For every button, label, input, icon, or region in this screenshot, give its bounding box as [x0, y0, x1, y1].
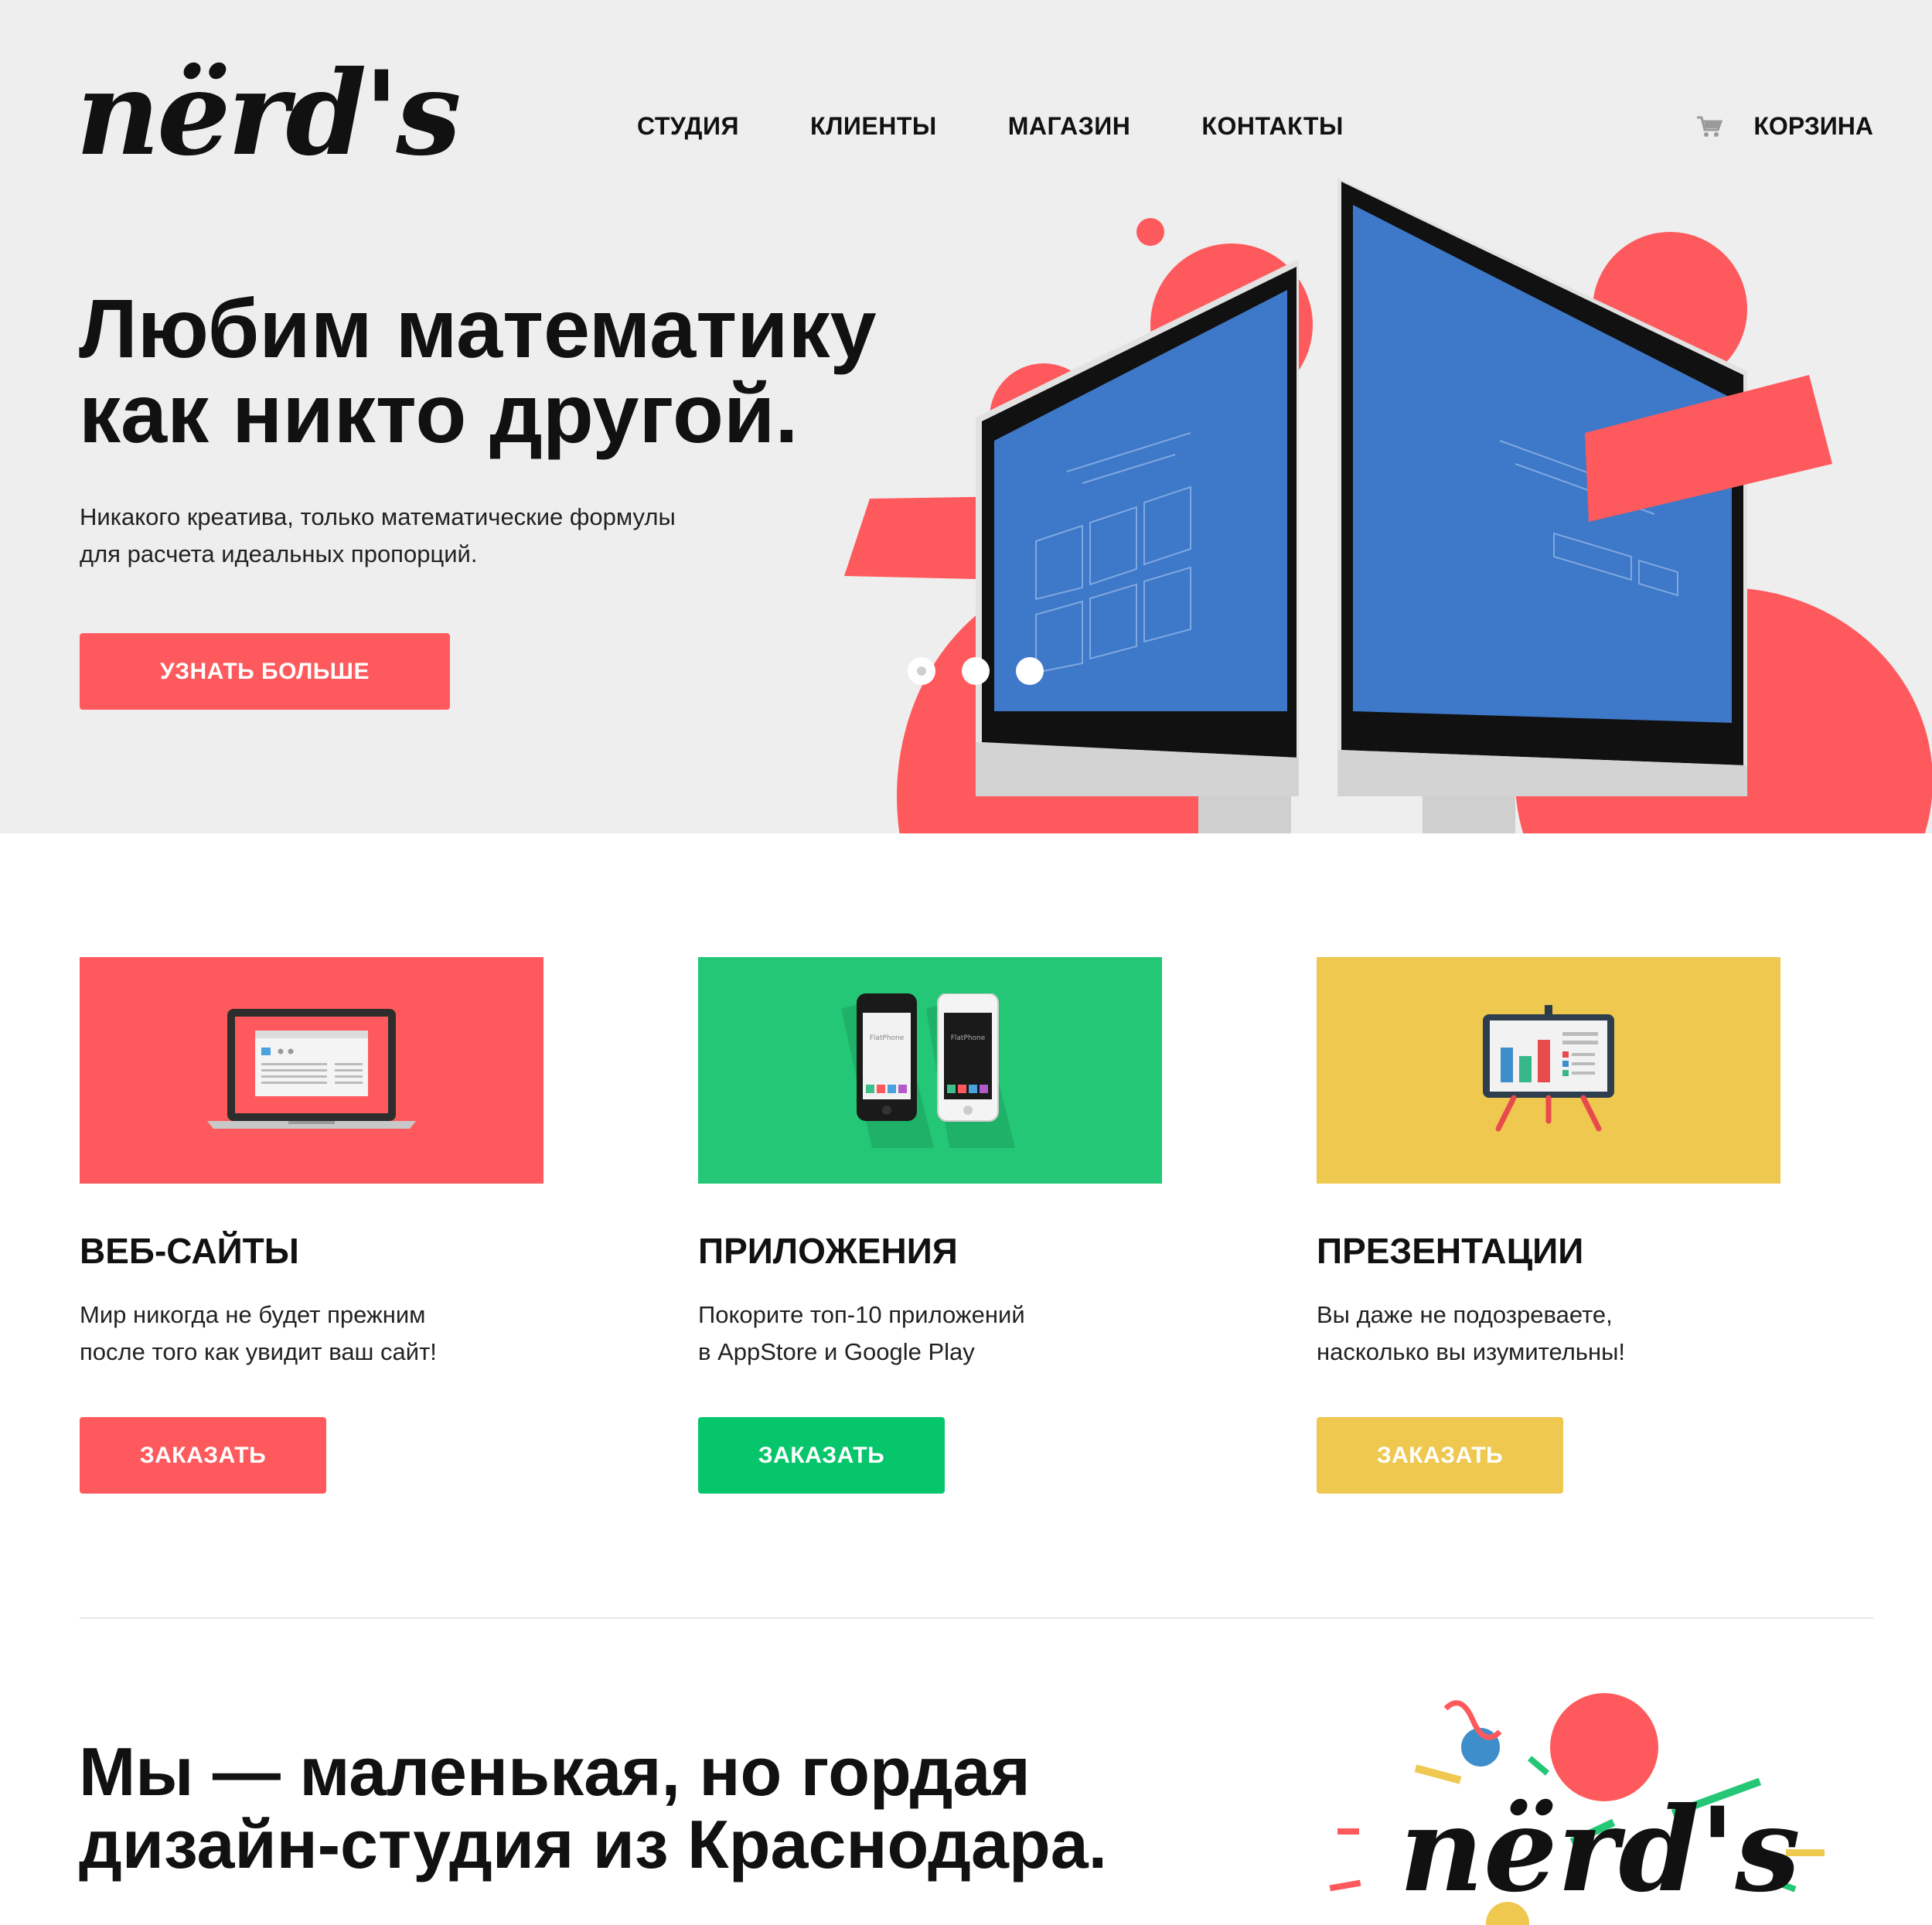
cart-link[interactable]: КОРЗИНА	[1696, 112, 1873, 141]
service-text-websites: Мир никогда не будет прежним после того …	[80, 1301, 437, 1365]
svg-text:FlatPhone: FlatPhone	[951, 1034, 986, 1042]
site-logo[interactable]: nërd's	[76, 56, 462, 172]
hero-section: nërd's СТУДИЯ КЛИЕНТЫ МАГАЗИН КОНТАКТЫ К…	[0, 0, 1932, 833]
nav-item-clients[interactable]: КЛИЕНТЫ	[810, 112, 937, 141]
learn-more-button[interactable]: УЗНАТЬ БОЛЬШЕ	[80, 633, 450, 710]
service-title-websites: ВЕБ-САЙТЫ	[80, 1231, 299, 1271]
slider-dot-2[interactable]	[962, 657, 990, 685]
hero-description-line-2: для расчета идеальных пропорций.	[80, 540, 478, 567]
services-section: ВЕБ-САЙТЫ Мир никогда не будет прежним п…	[80, 957, 1873, 1498]
about-title-line-2: дизайн-студия из Краснодара.	[79, 1806, 1108, 1882]
service-card-websites: ВЕБ-САЙТЫ Мир никогда не будет прежним п…	[80, 957, 543, 1494]
hero-title-line-1: Любим математику	[79, 281, 877, 375]
order-websites-button[interactable]: ЗАКАЗАТЬ	[80, 1417, 326, 1494]
slider-dot-1[interactable]	[908, 657, 935, 685]
service-thumb-presentations	[1317, 957, 1780, 1184]
order-presentations-button[interactable]: ЗАКАЗАТЬ	[1317, 1417, 1563, 1494]
section-divider	[80, 1617, 1873, 1619]
hero-description: Никакого креатива, только математические…	[80, 499, 760, 573]
about-title: Мы — маленькая, но гордая дизайн-студия …	[79, 1736, 1239, 1881]
service-title-presentations: ПРЕЗЕНТАЦИИ	[1317, 1231, 1584, 1271]
service-title-apps: ПРИЛОЖЕНИЯ	[698, 1231, 958, 1271]
service-text-presentations: Вы даже не подозреваете, насколько вы из…	[1317, 1301, 1625, 1365]
svg-text:nërd's: nërd's	[1399, 1782, 1801, 1918]
service-card-apps: FlatPhone FlatPhone ПРИЛОЖЕНИЯ Покорите …	[698, 957, 1162, 1494]
hero-description-line-1: Никакого креатива, только математические…	[80, 503, 676, 530]
nav-item-shop[interactable]: МАГАЗИН	[1008, 112, 1131, 141]
presentation-board-icon	[1483, 1004, 1614, 1131]
laptop-icon	[207, 1008, 416, 1129]
cart-icon	[1696, 115, 1723, 138]
order-apps-button[interactable]: ЗАКАЗАТЬ	[698, 1417, 945, 1494]
hero-slider-dots	[908, 657, 1044, 685]
confetti-logo-illustration: nërd's	[1329, 1693, 1825, 1925]
slider-dot-3[interactable]	[1016, 657, 1044, 685]
monitors-illustration	[844, 178, 1932, 833]
smartphones-icon: FlatPhone FlatPhone	[841, 993, 1015, 1148]
about-title-line-1: Мы — маленькая, но гордая	[79, 1733, 1031, 1810]
service-text-apps: Покорите топ-10 приложений в AppStore и …	[698, 1301, 1025, 1365]
service-thumb-apps: FlatPhone FlatPhone	[698, 957, 1162, 1184]
service-thumb-websites	[80, 957, 543, 1184]
nav-item-studio[interactable]: СТУДИЯ	[637, 112, 739, 141]
svg-text:FlatPhone: FlatPhone	[870, 1034, 905, 1042]
main-nav: СТУДИЯ КЛИЕНТЫ МАГАЗИН КОНТАКТЫ	[637, 112, 1344, 141]
service-card-presentations: ПРЕЗЕНТАЦИИ Вы даже не подозреваете, нас…	[1317, 957, 1780, 1494]
nav-item-contacts[interactable]: КОНТАКТЫ	[1201, 112, 1343, 141]
hero-title-line-2: как никто другой.	[79, 366, 799, 460]
cart-label: КОРЗИНА	[1753, 112, 1873, 140]
